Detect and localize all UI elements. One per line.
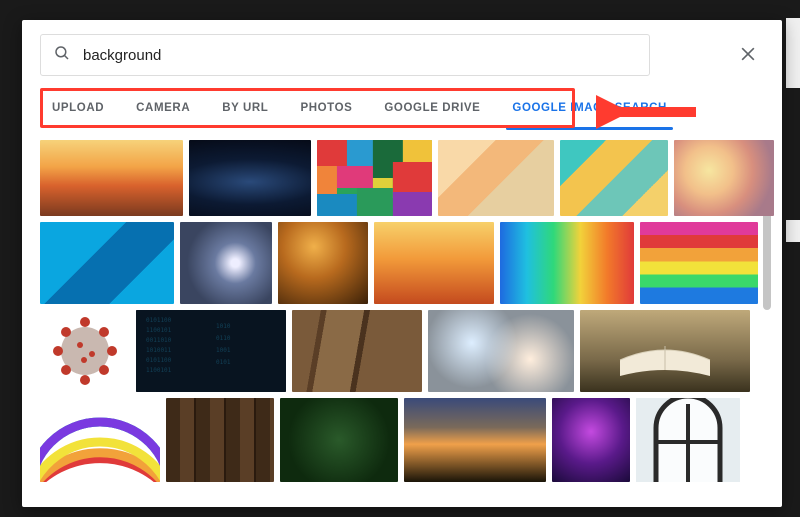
svg-text:1001: 1001 [216,347,231,354]
result-thumbnail[interactable] [560,140,668,216]
svg-text:0011010: 0011010 [146,337,172,344]
dialog-topbar [22,20,782,84]
result-thumbnail[interactable] [278,222,368,304]
result-thumbnail[interactable] [636,398,740,482]
result-thumbnail[interactable] [40,140,183,216]
result-thumbnail[interactable] [404,398,546,482]
result-thumbnail[interactable] [189,140,311,216]
result-thumbnail[interactable] [640,222,758,304]
tab-google-image-search[interactable]: GOOGLE IMAGE SEARCH [496,88,683,128]
image-results-grid: 01011001100101 00110101010011 0101100110… [40,140,774,507]
svg-text:1100101: 1100101 [146,367,172,374]
result-thumbnail[interactable] [500,222,634,304]
result-thumbnail[interactable] [580,310,750,392]
result-thumbnail[interactable] [438,140,554,216]
result-thumbnail[interactable] [40,222,174,304]
background-peek [786,220,800,242]
svg-text:0101100: 0101100 [146,357,172,364]
result-thumbnail[interactable] [280,398,398,482]
close-button[interactable] [734,42,762,70]
result-thumbnail[interactable] [552,398,630,482]
search-field-container[interactable] [40,34,650,76]
result-thumbnail[interactable] [674,140,774,216]
svg-text:0110: 0110 [216,335,231,342]
result-thumbnail[interactable] [317,140,433,216]
result-thumbnail[interactable] [166,398,274,482]
background-peek [786,18,800,88]
insert-image-dialog: groovyPost.com UPLOAD CAMERA BY URL PHOT… [22,20,782,507]
svg-text:1100101: 1100101 [146,327,172,334]
tab-photos[interactable]: PHOTOS [284,88,368,128]
close-icon [738,44,758,69]
tab-by-url[interactable]: BY URL [206,88,284,128]
source-tabs-row: UPLOAD CAMERA BY URL PHOTOS GOOGLE DRIVE… [40,88,764,134]
result-thumbnail[interactable]: 01011001100101 00110101010011 0101100110… [136,310,286,392]
result-thumbnail[interactable] [292,310,422,392]
tab-upload[interactable]: UPLOAD [40,88,120,128]
tab-camera[interactable]: CAMERA [120,88,206,128]
result-thumbnail[interactable] [428,310,574,392]
svg-text:0101: 0101 [216,359,231,366]
tab-google-drive[interactable]: GOOGLE DRIVE [368,88,496,128]
result-thumbnail[interactable] [374,222,494,304]
result-thumbnail[interactable] [40,310,130,392]
svg-text:0101100: 0101100 [146,317,172,324]
search-icon [53,44,71,67]
svg-text:1010011: 1010011 [146,347,172,354]
result-thumbnail[interactable] [180,222,272,304]
search-input[interactable] [83,47,637,64]
result-thumbnail[interactable] [40,398,160,482]
svg-text:1010: 1010 [216,323,231,330]
